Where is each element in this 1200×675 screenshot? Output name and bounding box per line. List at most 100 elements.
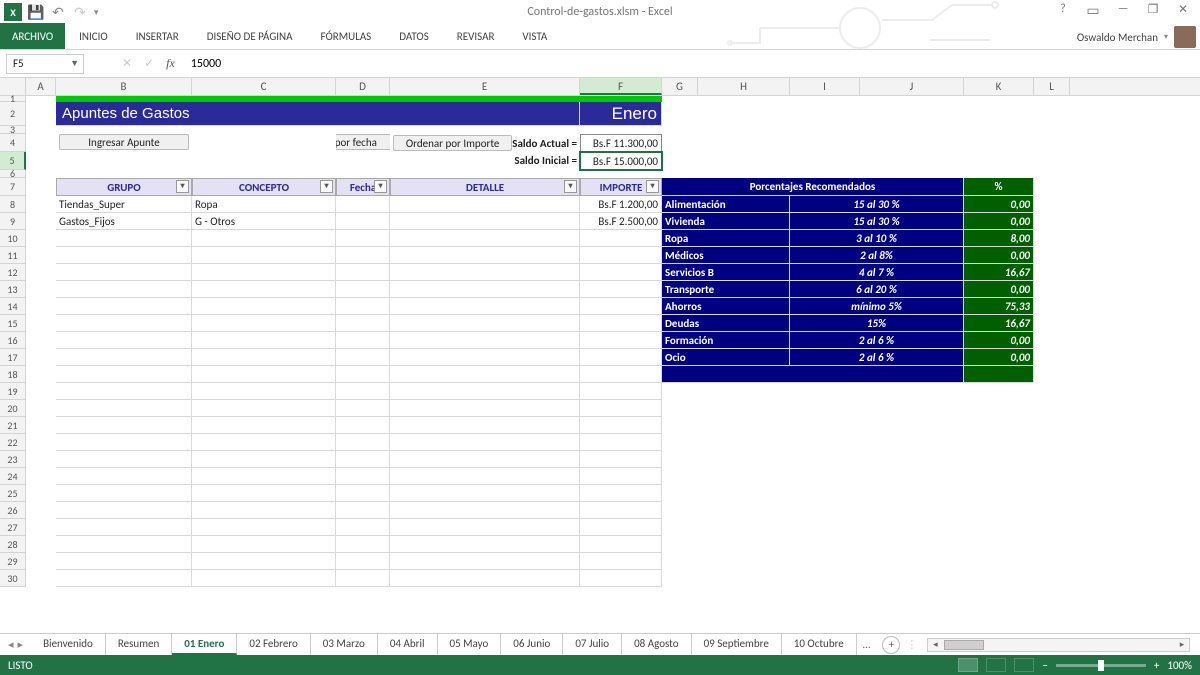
empty-cell[interactable] <box>390 366 580 383</box>
empty-cell[interactable] <box>336 264 390 281</box>
sheet-tab[interactable]: 04 Abril <box>378 634 438 655</box>
empty-cell[interactable] <box>192 570 336 587</box>
column-header[interactable]: A <box>26 78 56 95</box>
entry-concepto[interactable]: G - Otros <box>192 213 336 230</box>
filter-dropdown-icon[interactable]: ▾ <box>320 180 333 193</box>
empty-cell[interactable] <box>580 502 662 519</box>
sheet-tab[interactable]: 07 Julio <box>563 634 622 655</box>
user-account[interactable]: Oswaldo Merchan ▾ <box>1077 26 1196 48</box>
empty-cell[interactable] <box>580 366 662 383</box>
help-icon[interactable]: ? <box>1050 2 1076 22</box>
row-header[interactable]: 16 <box>0 332 26 349</box>
empty-cell[interactable] <box>336 332 390 349</box>
empty-cell[interactable] <box>56 553 192 570</box>
empty-cell[interactable] <box>580 264 662 281</box>
empty-cell[interactable] <box>336 349 390 366</box>
row-header[interactable]: 28 <box>0 536 26 553</box>
empty-cell[interactable] <box>336 502 390 519</box>
sheet-tab[interactable]: 09 Septiembre <box>692 634 782 655</box>
sheet-tab[interactable]: 06 Junio <box>501 634 563 655</box>
empty-cell[interactable] <box>192 332 336 349</box>
row-header[interactable]: 3 <box>0 126 26 134</box>
column-header[interactable]: L <box>1034 78 1070 95</box>
empty-cell[interactable] <box>192 298 336 315</box>
row-header[interactable]: 29 <box>0 553 26 570</box>
row-header[interactable]: 27 <box>0 519 26 536</box>
spreadsheet-grid[interactable]: ABCDEFGHIJKL 1 2 Apuntes de GastosEnero … <box>0 78 1200 633</box>
ribbon-tab[interactable]: INSERTAR <box>122 23 193 49</box>
row-header[interactable]: 6 <box>0 170 26 178</box>
minimize-icon[interactable]: — <box>1110 2 1136 22</box>
row-header[interactable]: 26 <box>0 502 26 519</box>
empty-cell[interactable] <box>56 417 192 434</box>
empty-cell[interactable] <box>390 468 580 485</box>
empty-cell[interactable] <box>580 281 662 298</box>
empty-cell[interactable] <box>192 281 336 298</box>
row-header[interactable]: 9 <box>0 213 26 230</box>
empty-cell[interactable] <box>390 315 580 332</box>
empty-cell[interactable] <box>336 281 390 298</box>
scroll-thumb[interactable] <box>944 640 984 650</box>
empty-cell[interactable] <box>336 536 390 553</box>
sheet-tab[interactable]: 03 Marzo <box>311 634 378 655</box>
scroll-right-icon[interactable]: ▸ <box>1175 639 1189 651</box>
restore-icon[interactable]: ❐ <box>1140 2 1166 22</box>
empty-cell[interactable] <box>336 400 390 417</box>
empty-cell[interactable] <box>56 332 192 349</box>
ribbon-tab[interactable]: REVISAR <box>443 23 509 49</box>
column-header[interactable]: C <box>192 78 336 95</box>
column-header[interactable]: G <box>662 78 698 95</box>
sheet-tab[interactable]: 02 Febrero <box>237 634 310 655</box>
empty-cell[interactable] <box>390 349 580 366</box>
col-grupo[interactable]: GRUPO▾ <box>56 178 192 196</box>
col-importe[interactable]: IMPORTE▾ <box>580 178 662 196</box>
column-header[interactable]: J <box>860 78 964 95</box>
empty-cell[interactable] <box>336 485 390 502</box>
empty-cell[interactable] <box>192 400 336 417</box>
empty-cell[interactable] <box>336 366 390 383</box>
ordenar-fecha-button[interactable]: Ordenar por fecha <box>336 134 390 150</box>
empty-cell[interactable] <box>390 264 580 281</box>
empty-cell[interactable] <box>336 468 390 485</box>
empty-cell[interactable] <box>390 332 580 349</box>
filter-dropdown-icon[interactable]: ▾ <box>646 180 659 193</box>
ribbon-tab[interactable]: INICIO <box>65 23 122 49</box>
sheet-tab[interactable]: 05 Mayo <box>438 634 502 655</box>
empty-cell[interactable] <box>580 383 662 400</box>
empty-cell[interactable] <box>580 468 662 485</box>
empty-cell[interactable] <box>580 315 662 332</box>
row-header[interactable]: 10 <box>0 230 26 247</box>
empty-cell[interactable] <box>56 434 192 451</box>
empty-cell[interactable] <box>56 468 192 485</box>
empty-cell[interactable] <box>192 230 336 247</box>
empty-cell[interactable] <box>390 570 580 587</box>
empty-cell[interactable] <box>390 383 580 400</box>
row-header[interactable]: 11 <box>0 247 26 264</box>
empty-cell[interactable] <box>580 332 662 349</box>
sheet-nav-prev-icon[interactable]: ◂ <box>8 638 14 651</box>
sheet-tab[interactable]: 10 Octubre <box>782 634 857 655</box>
empty-cell[interactable] <box>56 349 192 366</box>
entry-grupo[interactable]: Gastos_Fijos <box>56 213 192 230</box>
entry-importe[interactable]: Bs.F 2.500,00 <box>580 213 662 230</box>
sheet-tab[interactable]: 08 Agosto <box>622 634 691 655</box>
row-header[interactable]: 19 <box>0 383 26 400</box>
row-header[interactable]: 18 <box>0 366 26 383</box>
empty-cell[interactable] <box>192 553 336 570</box>
empty-cell[interactable] <box>56 519 192 536</box>
sheet-more[interactable]: … <box>857 638 877 651</box>
zoom-slider[interactable] <box>1056 664 1146 667</box>
entry-grupo[interactable]: Tiendas_Super <box>56 196 192 213</box>
column-header[interactable]: E <box>390 78 580 95</box>
empty-cell[interactable] <box>56 400 192 417</box>
empty-cell[interactable] <box>192 519 336 536</box>
empty-cell[interactable] <box>390 451 580 468</box>
empty-cell[interactable] <box>390 417 580 434</box>
empty-cell[interactable] <box>390 230 580 247</box>
empty-cell[interactable] <box>580 519 662 536</box>
empty-cell[interactable] <box>56 247 192 264</box>
empty-cell[interactable] <box>56 264 192 281</box>
ribbon-tab[interactable]: FÓRMULAS <box>307 23 386 49</box>
empty-cell[interactable] <box>390 298 580 315</box>
row-header[interactable]: 25 <box>0 485 26 502</box>
